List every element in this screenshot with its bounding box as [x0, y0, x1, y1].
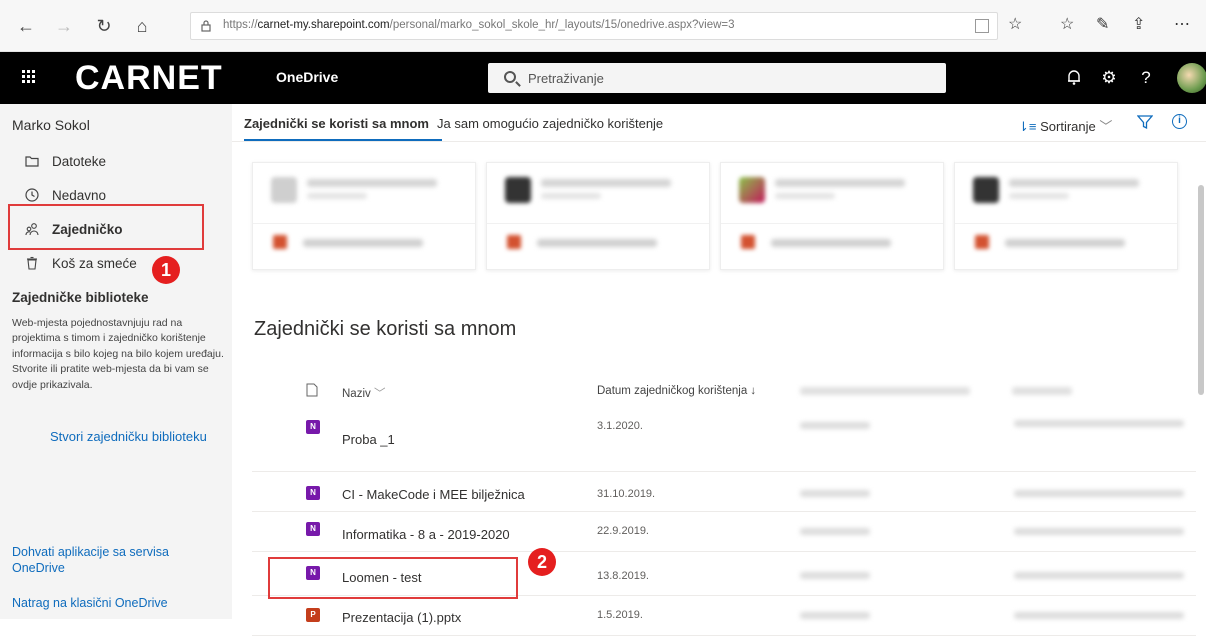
info-icon[interactable]: i — [1172, 114, 1187, 129]
favorites-list-icon[interactable]: ☆ — [1060, 16, 1074, 34]
pen-icon[interactable]: ✎ — [1096, 16, 1109, 34]
user-name: Marko Sokol — [12, 117, 90, 133]
back-icon[interactable]: ← — [14, 14, 38, 38]
powerpoint-icon: P — [306, 608, 320, 622]
section-title: Zajedničke biblioteke — [12, 290, 149, 305]
trash-icon — [24, 256, 40, 272]
annotation-marker-2: 2 — [528, 548, 556, 576]
table-row[interactable]: N Proba _1 3.1.2020. — [252, 402, 1196, 472]
file-name[interactable]: CI - MakeCode i MEE bilježnica — [342, 487, 525, 502]
browser-toolbar: ← → ↻ ⌂ https://carnet-my.sharepoint.com… — [0, 0, 1206, 52]
shared-date: 1.5.2019. — [597, 609, 643, 621]
annotation-marker-1: 1 — [152, 256, 180, 284]
get-apps-link[interactable]: Dohvati aplikacije sa servisa OneDrive — [12, 544, 212, 576]
search-input[interactable]: Pretraživanje — [488, 63, 946, 93]
onenote-icon: N — [306, 522, 320, 536]
tab-shared-by-me[interactable]: Ja sam omogućio zajedničko korištenje — [437, 116, 663, 131]
file-name[interactable]: Informatika - 8 a - 2019-2020 — [342, 527, 510, 542]
file-name[interactable]: Prezentacija (1).pptx — [342, 610, 461, 625]
search-icon — [504, 71, 516, 83]
sidebar-item-label: Nedavno — [52, 188, 107, 203]
gear-icon[interactable]: ⚙ — [1098, 68, 1120, 88]
reading-view-icon[interactable] — [975, 19, 989, 33]
list-title: Zajednički se koristi sa mnom — [254, 318, 517, 340]
create-library-link[interactable]: Stvori zajedničku biblioteku — [50, 429, 207, 444]
table-row[interactable]: P Prezentacija (1).pptx 1.5.2019. — [252, 596, 1196, 636]
sort-button[interactable]: ⇂≡ Sortiranje ﹀ — [1018, 116, 1112, 135]
shared-date: 31.10.2019. — [597, 488, 656, 500]
classic-onedrive-link[interactable]: Natrag na klasični OneDrive — [12, 595, 212, 611]
sidebar-item-datoteke[interactable]: Datoteke — [0, 146, 232, 178]
file-name[interactable]: Proba _1 — [342, 432, 395, 447]
annotation-box-1 — [8, 204, 204, 250]
active-tab-indicator — [244, 139, 442, 141]
left-navigation: Marko Sokol Datoteke Nedavno Zajedničko … — [0, 104, 232, 619]
column-header-name[interactable]: Naziv ﹀ — [342, 385, 385, 401]
table-row[interactable]: N CI - MakeCode i MEE bilježnica 31.10.2… — [252, 472, 1196, 512]
shared-card[interactable] — [486, 162, 710, 270]
section-description: Web-mjesta pojednostavnjuju rad na proje… — [12, 317, 224, 391]
shared-card[interactable] — [720, 162, 944, 270]
avatar[interactable] — [1177, 63, 1206, 93]
file-type-header-icon — [306, 383, 318, 397]
carnet-logo[interactable]: CARNET — [75, 59, 223, 98]
home-icon[interactable]: ⌂ — [130, 14, 154, 38]
column-header-blurred — [800, 387, 970, 395]
chevron-down-icon: ﹀ — [1099, 119, 1113, 134]
sort-label: Sortiranje — [1040, 119, 1096, 134]
shared-card[interactable] — [252, 162, 476, 270]
sidebar-item-kos-za-smece[interactable]: Koš za smeće — [0, 248, 232, 280]
sidebar-item-label: Koš za smeće — [52, 256, 137, 271]
url-text: https://carnet-my.sharepoint.com/persona… — [223, 19, 735, 31]
forward-icon[interactable]: → — [52, 14, 76, 38]
folder-icon — [24, 154, 40, 170]
shared-date: 13.8.2019. — [597, 570, 649, 582]
clock-icon — [24, 188, 40, 204]
address-bar[interactable]: https://carnet-my.sharepoint.com/persona… — [190, 12, 998, 40]
lock-icon — [201, 20, 211, 32]
sort-icon: ⇂≡ — [1018, 119, 1037, 134]
bell-icon[interactable] — [1063, 68, 1085, 91]
search-placeholder: Pretraživanje — [528, 71, 604, 86]
app-launcher-icon[interactable] — [22, 70, 36, 84]
shared-date: 3.1.2020. — [597, 420, 643, 432]
app-name[interactable]: OneDrive — [276, 69, 338, 85]
column-header-date[interactable]: Datum zajedničkog korištenja ↓ — [597, 385, 756, 397]
onenote-icon: N — [306, 420, 320, 434]
share-page-icon[interactable]: ⇪ — [1132, 16, 1145, 34]
tab-shared-with-me[interactable]: Zajednički se koristi sa mnom — [244, 116, 429, 131]
sidebar-item-label: Datoteke — [52, 154, 107, 169]
help-icon[interactable]: ? — [1135, 68, 1157, 88]
table-row[interactable]: N Informatika - 8 a - 2019-2020 22.9.201… — [252, 512, 1196, 552]
refresh-icon[interactable]: ↻ — [92, 14, 116, 38]
shared-date: 22.9.2019. — [597, 525, 649, 537]
suite-header: CARNET OneDrive Pretraživanje ⚙ ? — [0, 52, 1206, 104]
filter-icon[interactable] — [1137, 114, 1153, 130]
scrollbar[interactable] — [1198, 185, 1204, 395]
column-header-blurred — [1012, 387, 1072, 395]
favorite-star-icon[interactable]: ☆ — [1008, 16, 1022, 34]
annotation-box-2 — [268, 557, 518, 599]
more-icon[interactable]: ⋯ — [1174, 16, 1190, 34]
view-tabs: Zajednički se koristi sa mnom Ja sam omo… — [232, 104, 1206, 142]
shared-card[interactable] — [954, 162, 1178, 270]
onenote-icon: N — [306, 486, 320, 500]
